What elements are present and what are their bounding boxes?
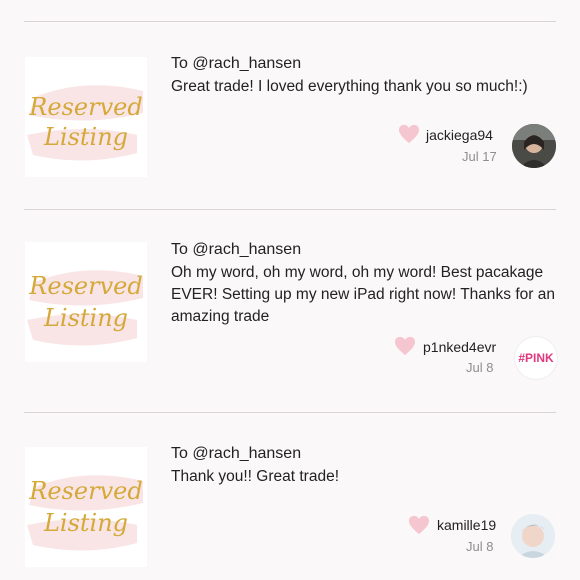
listing-thumbnail[interactable]: Reserved Listing — [25, 242, 147, 362]
divider — [24, 412, 556, 413]
thumbnail-line2: Listing — [43, 509, 128, 537]
review-date: Jul 8 — [466, 539, 494, 554]
thumbnail-line1: Reserved — [28, 272, 142, 300]
review-date: Jul 17 — [462, 149, 497, 164]
heart-icon[interactable] — [408, 515, 430, 535]
heart-icon[interactable] — [398, 124, 420, 144]
reviewer-avatar[interactable]: #PINK — [514, 336, 558, 380]
reviewer-avatar[interactable] — [511, 514, 555, 558]
thumbnail-line2: Listing — [43, 123, 128, 151]
review-message: Great trade! I loved everything thank yo… — [171, 78, 528, 95]
reviewer-username[interactable]: jackiega94 — [426, 127, 493, 143]
thumbnail-line1: Reserved — [28, 477, 142, 505]
thumbnail-line1: Reserved — [28, 93, 142, 121]
review-date: Jul 8 — [466, 360, 494, 375]
divider — [24, 209, 556, 210]
reviewer-username[interactable]: kamille19 — [437, 517, 496, 533]
listing-thumbnail[interactable]: Reserved Listing — [25, 57, 147, 177]
review-message: Thank you!! Great trade! — [171, 468, 340, 485]
heart-icon[interactable] — [394, 336, 416, 356]
recipient-label[interactable]: To @rach_hansen — [171, 55, 301, 73]
divider-top — [24, 21, 556, 22]
recipient-label[interactable]: To @rach_hansen — [171, 445, 301, 463]
thumbnail-line2: Listing — [43, 304, 128, 332]
recipient-label[interactable]: To @rach_hansen — [171, 241, 301, 259]
listing-thumbnail[interactable]: Reserved Listing — [25, 447, 147, 567]
reviewer-avatar[interactable] — [512, 124, 556, 168]
review-message: Oh my word, oh my word, oh my word! Best… — [171, 264, 555, 325]
reviewer-username[interactable]: p1nked4evr — [423, 339, 496, 355]
avatar-text: #PINK — [518, 351, 554, 365]
